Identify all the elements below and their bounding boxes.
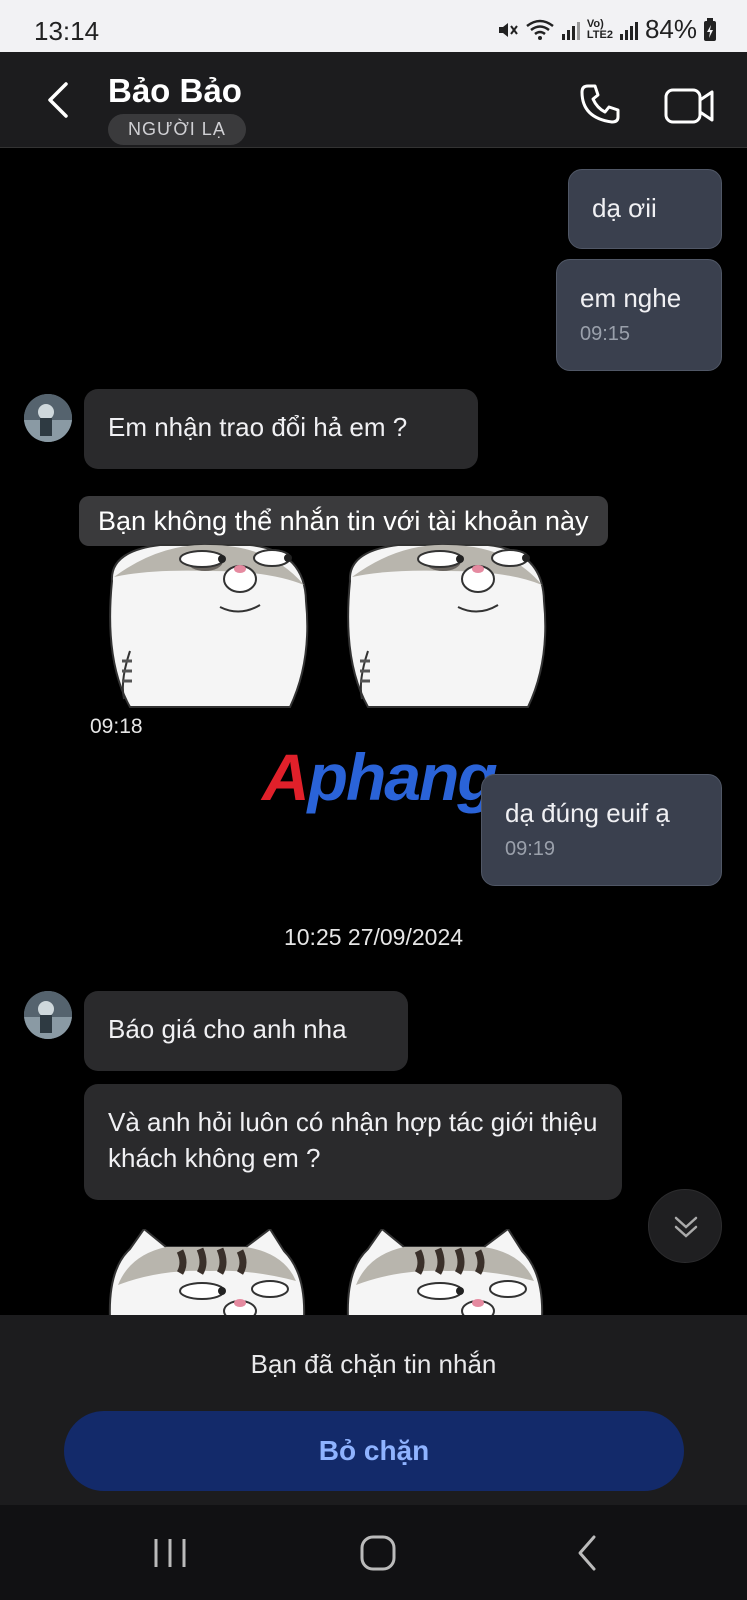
status-time: 13:14 — [34, 16, 100, 46]
contact-name[interactable]: Bảo Bảo — [108, 72, 242, 110]
date-divider: 10:25 27/09/2024 — [283, 924, 464, 950]
cat-sticker[interactable] — [100, 1227, 312, 1315]
video-camera-icon — [664, 88, 714, 124]
phone-icon — [580, 84, 620, 124]
chevron-left-icon — [48, 82, 68, 118]
chat-header: Bảo Bảo NGƯỜI LẠ — [0, 52, 747, 148]
avatar[interactable] — [24, 991, 72, 1039]
recent-apps-icon — [154, 1539, 186, 1567]
stranger-badge: NGƯỜI LẠ — [108, 114, 246, 145]
incoming-message[interactable]: Báo giá cho anh nha — [84, 991, 408, 1071]
home-button[interactable] — [356, 1531, 400, 1575]
back-arrow-icon — [578, 1535, 596, 1571]
blocked-notice: Bạn đã chặn tin nhắn — [250, 1349, 497, 1379]
network-type: Vo) LTE2 — [586, 17, 613, 41]
video-call-button[interactable] — [664, 86, 716, 126]
status-icons: Vo) LTE2 84% — [495, 14, 717, 45]
status-bar: 13:14 Vo) LTE2 84% — [0, 0, 747, 52]
system-navigation-bar — [0, 1505, 747, 1600]
scroll-to-bottom-button[interactable] — [648, 1189, 722, 1263]
system-back-button[interactable] — [566, 1531, 610, 1575]
outgoing-message[interactable]: dạ ơii — [568, 169, 722, 249]
home-icon — [360, 1535, 396, 1571]
message-time: 09:15 — [580, 323, 631, 345]
battery-charging-icon — [703, 17, 717, 42]
back-button[interactable] — [38, 78, 78, 122]
signal-icon-1 — [561, 18, 581, 42]
cat-sticker[interactable] — [338, 541, 550, 716]
avatar[interactable] — [24, 394, 72, 442]
cat-sticker[interactable] — [100, 541, 312, 716]
system-notice: Bạn không thể nhắn tin với tài khoản này — [79, 496, 608, 546]
outgoing-message[interactable]: dạ đúng euif ạ 09:19 — [481, 774, 722, 886]
voice-call-button[interactable] — [578, 82, 622, 126]
incoming-message[interactable]: Em nhận trao đổi hả em ? — [84, 389, 478, 469]
message-time: 09:19 — [505, 838, 556, 860]
cat-sticker[interactable] — [338, 1227, 550, 1315]
unblock-button[interactable]: Bỏ chặn — [64, 1411, 684, 1491]
signal-icon-2 — [619, 18, 639, 42]
mute-icon — [495, 18, 519, 42]
wifi-icon — [525, 18, 555, 42]
battery-percent: 84% — [644, 14, 697, 44]
message-time: 09:18 — [90, 715, 143, 738]
outgoing-message[interactable]: em nghe 09:15 — [556, 259, 722, 371]
blocked-panel: Bạn đã chặn tin nhắn Bỏ chặn — [0, 1315, 747, 1505]
message-list[interactable]: dạ ơii em nghe 09:15 Em nhận trao đổi hả… — [0, 149, 747, 1315]
recent-apps-button[interactable] — [148, 1531, 192, 1575]
watermark-logo: Aphang — [262, 740, 498, 814]
double-chevron-down-icon — [674, 1216, 698, 1238]
incoming-message[interactable]: Và anh hỏi luôn có nhận hợp tác giới thi… — [84, 1084, 622, 1200]
